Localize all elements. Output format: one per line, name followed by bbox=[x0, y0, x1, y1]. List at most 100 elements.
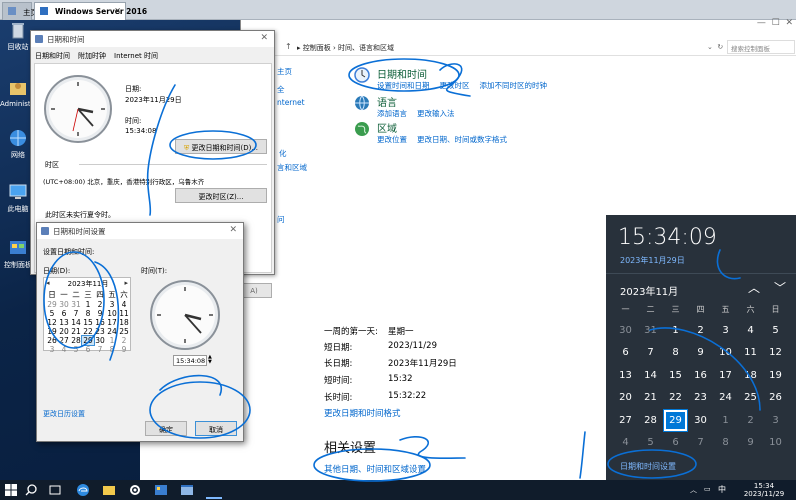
up-arrow-icon[interactable]: ↑ bbox=[285, 42, 292, 51]
change-datetime-button[interactable]: ⛨ 更改日期和时间(D)... bbox=[175, 139, 267, 154]
tab-windows-server[interactable]: Windows Server 2016 × bbox=[34, 2, 147, 20]
other-date-time-region-link[interactable]: 其他日期、时间和区域设置 bbox=[324, 463, 426, 475]
tray-chevron-icon[interactable]: ︿ bbox=[690, 485, 697, 495]
flyout-calendar-day[interactable]: 30 bbox=[613, 319, 638, 342]
flyout-calendar-day[interactable]: 30 bbox=[688, 409, 713, 432]
link-change-timezone[interactable]: 更改时区 bbox=[440, 81, 470, 90]
flyout-calendar-day[interactable]: 7 bbox=[688, 432, 713, 455]
calendar-day[interactable]: 22 bbox=[82, 327, 94, 336]
flyout-calendar-day[interactable]: 29 bbox=[663, 409, 688, 432]
calendar-day[interactable]: 3 bbox=[46, 345, 58, 354]
flyout-calendar-day[interactable]: 20 bbox=[613, 387, 638, 410]
side-link-home[interactable]: 主页 bbox=[277, 66, 292, 77]
calendar-day[interactable]: 2 bbox=[94, 300, 106, 309]
link-change-format[interactable]: 更改日期、时间或数字格式 bbox=[417, 135, 507, 144]
flyout-calendar-day[interactable]: 18 bbox=[738, 364, 763, 387]
flyout-calendar-day[interactable]: 27 bbox=[613, 409, 638, 432]
calendar-day[interactable]: 21 bbox=[70, 327, 82, 336]
flyout-calendar-day[interactable]: 16 bbox=[688, 364, 713, 387]
link-set-time-date[interactable]: 设置时间和日期 bbox=[377, 81, 430, 90]
start-icon[interactable] bbox=[4, 483, 18, 497]
calendar-day[interactable]: 29 bbox=[81, 335, 95, 346]
calendar-day[interactable]: 8 bbox=[106, 345, 118, 354]
dropdown-chevron-icon[interactable]: ⌄ ↻ bbox=[707, 43, 723, 51]
link-change-ime[interactable]: 更改输入法 bbox=[417, 109, 455, 118]
calendar-day[interactable]: 30 bbox=[94, 336, 106, 345]
tab-additional-clocks[interactable]: 附加时钟 bbox=[78, 52, 106, 60]
flyout-calendar-day[interactable]: 19 bbox=[763, 364, 788, 387]
flyout-date[interactable]: 2023年11月29日 bbox=[620, 255, 685, 266]
calendar-day[interactable]: 28 bbox=[70, 336, 82, 345]
flyout-calendar-day[interactable]: 22 bbox=[663, 387, 688, 410]
maximize-icon[interactable]: ☐ bbox=[772, 18, 780, 28]
flyout-calendar-day[interactable]: 4 bbox=[738, 319, 763, 342]
link-add-language[interactable]: 添加语言 bbox=[377, 109, 407, 118]
calendar-day[interactable]: 20 bbox=[58, 327, 70, 336]
calendar-day[interactable]: 27 bbox=[58, 336, 70, 345]
link-add-clocks[interactable]: 添加不同时区的时钟 bbox=[480, 81, 548, 90]
calendar-day[interactable]: 11 bbox=[118, 309, 130, 318]
calendar-day[interactable]: 23 bbox=[94, 327, 106, 336]
calendar-day[interactable]: 26 bbox=[46, 336, 58, 345]
flyout-calendar-day[interactable]: 15 bbox=[663, 364, 688, 387]
change-calendar-settings-link[interactable]: 更改日历设置 bbox=[43, 409, 85, 419]
flyout-calendar-day[interactable]: 17 bbox=[713, 364, 738, 387]
calendar-day[interactable]: 6 bbox=[82, 345, 94, 354]
window-taskbar-icon[interactable] bbox=[180, 483, 194, 497]
tab-internet-time[interactable]: Internet 时间 bbox=[114, 52, 158, 60]
calendar-day[interactable]: 16 bbox=[94, 318, 106, 327]
calendar-day[interactable]: 18 bbox=[118, 318, 130, 327]
flyout-calendar-day[interactable]: 5 bbox=[763, 319, 788, 342]
side-link-3[interactable]: 化 bbox=[279, 148, 287, 159]
tab-home[interactable]: 主页 bbox=[2, 2, 38, 20]
chevron-up-icon[interactable]: ︿ bbox=[748, 279, 760, 296]
close-icon[interactable]: ✕ bbox=[229, 225, 237, 235]
calendar-day[interactable]: 25 bbox=[118, 327, 130, 336]
taskbar-clock[interactable]: 15:34 2023/11/29 bbox=[736, 482, 792, 498]
change-timezone-button[interactable]: 更改时区(Z)... bbox=[175, 188, 267, 203]
flyout-calendar-day[interactable]: 9 bbox=[738, 432, 763, 455]
flyout-calendar-day[interactable]: 25 bbox=[738, 387, 763, 410]
flyout-calendar-day[interactable]: 4 bbox=[613, 432, 638, 455]
settings-gear-icon[interactable] bbox=[128, 483, 142, 497]
calendar-day[interactable]: 2 bbox=[118, 336, 130, 345]
flyout-calendar-day[interactable]: 21 bbox=[638, 387, 663, 410]
flyout-calendar-day[interactable]: 28 bbox=[638, 409, 663, 432]
edge-icon[interactable] bbox=[76, 483, 90, 497]
calendar-day[interactable]: 3 bbox=[106, 300, 118, 309]
side-link-1[interactable]: 全 bbox=[277, 84, 285, 95]
flyout-calendar-day[interactable]: 14 bbox=[638, 364, 663, 387]
calendar-day[interactable]: 24 bbox=[106, 327, 118, 336]
ok-button[interactable]: 确定 bbox=[145, 421, 187, 436]
calendar-day[interactable]: 6 bbox=[58, 309, 70, 318]
close-icon[interactable]: ✕ bbox=[260, 33, 268, 43]
flyout-calendar-day[interactable]: 12 bbox=[763, 342, 788, 365]
chevron-down-icon[interactable]: ﹀ bbox=[774, 279, 786, 296]
flyout-calendar-day[interactable]: 6 bbox=[663, 432, 688, 455]
flyout-calendar-day[interactable]: 13 bbox=[613, 364, 638, 387]
calendar-day[interactable]: 1 bbox=[82, 300, 94, 309]
flyout-calendar-day[interactable]: 26 bbox=[763, 387, 788, 410]
flyout-calendar-day[interactable]: 7 bbox=[638, 342, 663, 365]
calendar-day[interactable]: 1 bbox=[106, 336, 118, 345]
flyout-calendar-day[interactable]: 24 bbox=[713, 387, 738, 410]
flyout-calendar-day[interactable]: 8 bbox=[663, 342, 688, 365]
flyout-calendar-day[interactable]: 2 bbox=[688, 319, 713, 342]
flyout-calendar-day[interactable]: 1 bbox=[663, 319, 688, 342]
side-link-2[interactable]: nternet bbox=[277, 98, 305, 107]
minimize-icon[interactable]: — bbox=[757, 18, 766, 28]
calendar-day[interactable]: 19 bbox=[46, 327, 58, 336]
calendar-day[interactable]: 4 bbox=[58, 345, 70, 354]
calendar-day[interactable]: 7 bbox=[70, 309, 82, 318]
ime-indicator[interactable]: 中 bbox=[718, 484, 726, 495]
flyout-settings-link[interactable]: 日期和时间设置 bbox=[620, 461, 676, 472]
category-region-title[interactable]: 区域 bbox=[377, 120, 397, 135]
calendar-day[interactable]: 4 bbox=[118, 300, 130, 309]
next-month-icon[interactable]: ▸ bbox=[124, 279, 128, 287]
flyout-calendar-day[interactable]: 10 bbox=[713, 342, 738, 365]
file-explorer-icon[interactable] bbox=[102, 483, 116, 497]
calendar-day[interactable]: 10 bbox=[106, 309, 118, 318]
control-panel-taskbar-icon[interactable] bbox=[154, 483, 168, 497]
close-icon[interactable]: ✕ bbox=[785, 18, 793, 28]
flyout-month-header[interactable]: 2023年11月 bbox=[620, 283, 678, 298]
